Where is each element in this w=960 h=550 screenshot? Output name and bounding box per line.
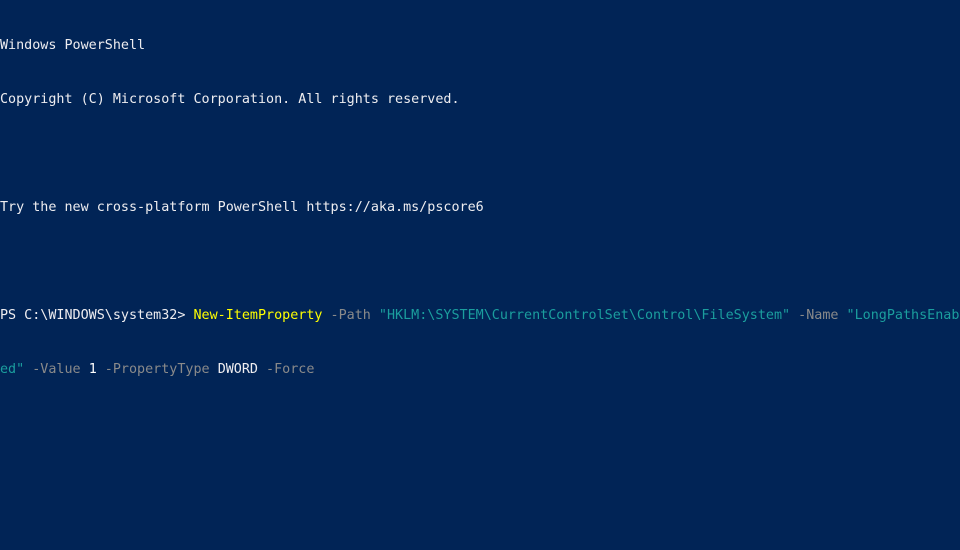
powershell-console[interactable]: Windows PowerShell Copyright (C) Microso…: [0, 0, 960, 550]
name-value-part2: ed": [0, 362, 25, 377]
propertytype-parameter: -PropertyType: [96, 362, 218, 377]
cmdlet-name: New-ItemProperty: [193, 308, 323, 323]
copyright-text: Copyright (C) Microsoft Corporation. All…: [0, 92, 460, 107]
command-line-2: ed" -Value 1 -PropertyType DWORD -Force: [0, 361, 960, 379]
copyright-line: Copyright (C) Microsoft Corporation. All…: [0, 91, 960, 109]
value-value: 1: [88, 362, 97, 377]
command-line-1: PS C:\WINDOWS\system32> New-ItemProperty…: [0, 307, 960, 325]
force-parameter: -Force: [258, 362, 315, 377]
name-value-part1: "LongPathsEnabl: [846, 308, 960, 323]
pscore-notice-text: Try the new cross-platform PowerShell ht…: [0, 200, 484, 215]
propertytype-value: DWORD: [217, 362, 258, 377]
value-parameter: -Value: [24, 362, 89, 377]
path-parameter: -Path: [322, 308, 379, 323]
header-title-line: Windows PowerShell: [0, 37, 960, 55]
prompt: PS C:\WINDOWS\system32>: [0, 308, 194, 323]
header-title-text: Windows PowerShell: [0, 38, 146, 53]
pscore-notice-line: Try the new cross-platform PowerShell ht…: [0, 199, 960, 217]
path-value: "HKLM:\SYSTEM\CurrentControlSet\Control\…: [378, 308, 791, 323]
name-parameter: -Name: [790, 308, 847, 323]
